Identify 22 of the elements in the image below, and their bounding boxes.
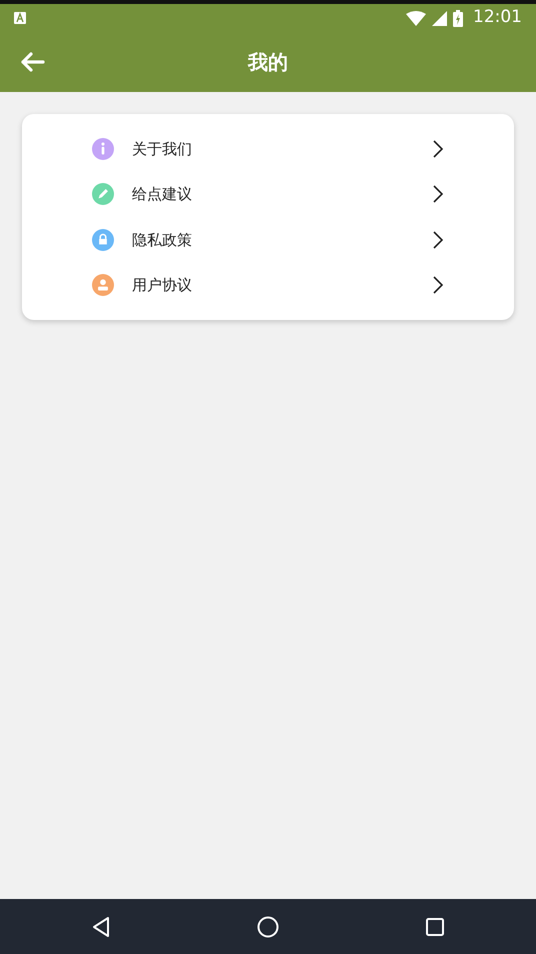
menu-label: 隐私政策 [132,230,193,250]
menu-item[interactable]: 关于我们 [22,126,514,172]
signal-icon [432,10,447,26]
menu-item[interactable]: 给点建议 [22,172,514,217]
back-triangle-icon[interactable] [91,916,111,938]
chevron-icon [432,275,444,296]
menu-label: 关于我们 [132,138,193,160]
wifi-icon [406,10,426,26]
home-circle-icon[interactable] [257,916,279,938]
status-time: 12:01 [473,6,522,30]
menu-item[interactable]: 隐私政策 [22,217,514,262]
battery-icon [453,10,463,26]
menu-item[interactable]: 用户协议 [22,262,514,308]
recents-square-icon[interactable] [425,916,445,936]
menu-label: 用户协议 [132,275,193,296]
chevron-icon [432,184,444,204]
keyboard-icon [14,12,26,24]
back-arrow-icon[interactable] [19,51,45,73]
chevron-icon [432,138,444,159]
chevron-icon [432,230,444,250]
menu-label: 给点建议 [132,184,193,205]
page-title: 我的 [248,49,288,76]
